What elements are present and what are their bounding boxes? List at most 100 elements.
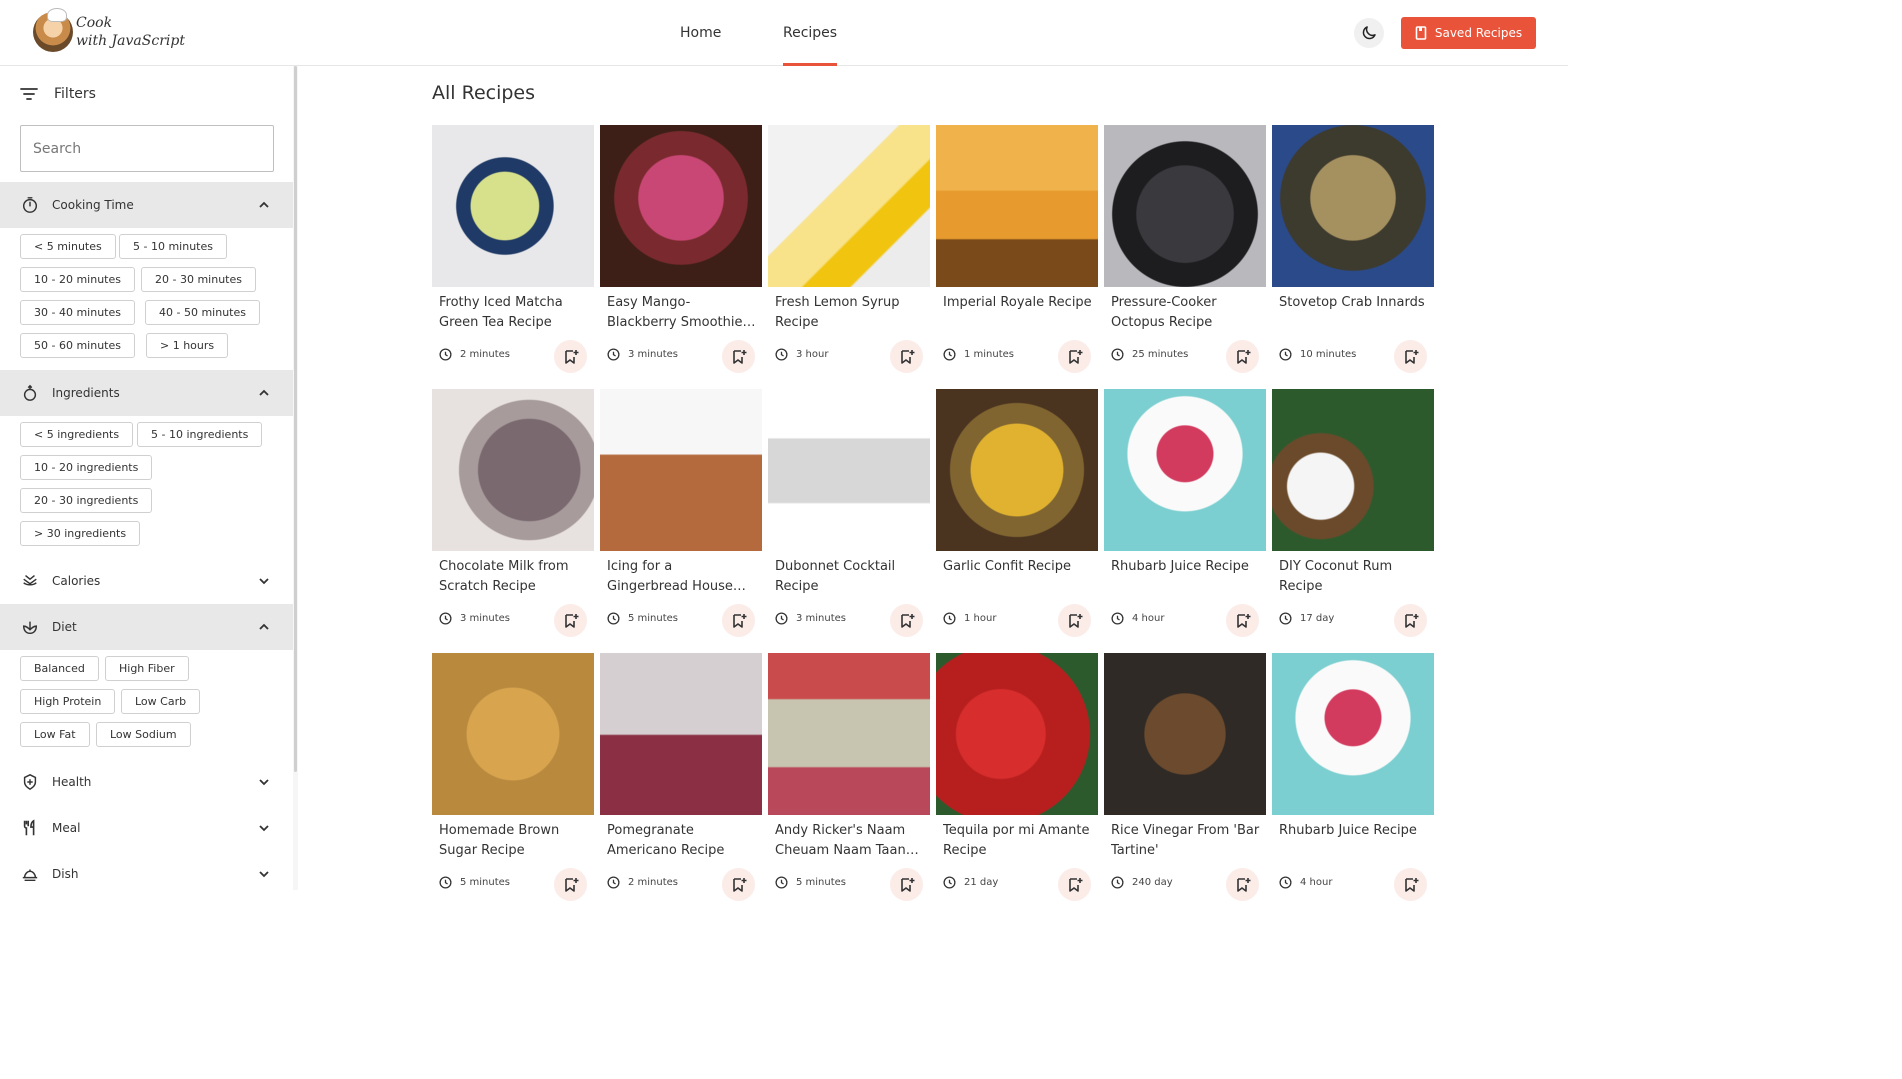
logo[interactable]: Cook with JavaScript [33,8,185,52]
recipe-card[interactable]: Chocolate Milk from Scratch Recipe 3 minu… [432,389,594,639]
chip-cooking-time[interactable]: < 5 minutes [20,234,116,259]
recipe-image[interactable] [936,653,1098,815]
recipe-image[interactable] [600,125,762,287]
save-recipe-button[interactable] [1226,340,1259,373]
recipe-card[interactable]: DIY Coconut Rum Recipe 17 day [1272,389,1434,639]
save-recipe-button[interactable] [554,868,587,901]
recipe-title[interactable]: Easy Mango-Blackberry Smoothie… [607,293,757,333]
recipe-image[interactable] [432,653,594,815]
save-recipe-button[interactable] [554,340,587,373]
recipe-title[interactable]: Icing for a Gingerbread House Recipe [607,557,757,597]
chip-cooking-time[interactable]: 40 - 50 minutes [145,300,260,325]
recipe-image[interactable] [1104,389,1266,551]
recipe-image[interactable] [432,125,594,287]
recipe-title[interactable]: Rhubarb Juice Recipe [1279,821,1429,841]
recipe-title[interactable]: Imperial Royale Recipe [943,293,1093,313]
recipe-title[interactable]: Pressure-Cooker Octopus Recipe [1111,293,1261,333]
recipe-image[interactable] [768,389,930,551]
save-recipe-button[interactable] [890,868,923,901]
recipe-card[interactable]: Andy Ricker's Naam Cheuam Naam Taan… 5 mi… [768,653,930,903]
search-input[interactable] [20,125,274,172]
chip-cooking-time[interactable]: 20 - 30 minutes [141,267,256,292]
recipe-title[interactable]: Pomegranate Americano Recipe [607,821,757,861]
recipe-image[interactable] [768,125,930,287]
save-recipe-button[interactable] [722,604,755,637]
chip-ingredients[interactable]: 10 - 20 ingredients [20,455,153,480]
recipe-title[interactable]: Frothy Iced Matcha Green Tea Recipe [439,293,589,333]
recipe-image[interactable] [1104,653,1266,815]
recipe-card[interactable]: Easy Mango-Blackberry Smoothie… 3 minutes [600,125,762,375]
chip-cooking-time[interactable]: 30 - 40 minutes [20,300,135,325]
recipe-image[interactable] [1272,389,1434,551]
recipe-card[interactable]: Pomegranate Americano Recipe 2 minutes [600,653,762,903]
recipe-card[interactable]: Homemade Brown Sugar Recipe 5 minutes [432,653,594,903]
chip-diet[interactable]: Low Sodium [96,722,191,747]
save-recipe-button[interactable] [1226,868,1259,901]
theme-toggle-button[interactable] [1354,18,1384,48]
recipe-card[interactable]: Rhubarb Juice Recipe 4 hour [1104,389,1266,639]
chip-cooking-time[interactable]: 10 - 20 minutes [20,267,135,292]
recipe-image[interactable] [1272,125,1434,287]
recipe-image[interactable] [432,389,594,551]
chip-ingredients[interactable]: 20 - 30 ingredients [20,488,153,513]
recipe-title[interactable]: Rhubarb Juice Recipe [1111,557,1261,577]
section-ingredients[interactable]: Ingredients [0,370,293,416]
recipe-card[interactable]: Rice Vinegar From 'Bar Tartine' 240 day [1104,653,1266,903]
save-recipe-button[interactable] [554,604,587,637]
recipe-image[interactable] [1272,653,1434,815]
save-recipe-button[interactable] [1058,604,1091,637]
chip-ingredients[interactable]: 5 - 10 ingredients [137,422,263,447]
recipe-title[interactable]: DIY Coconut Rum Recipe [1279,557,1429,597]
recipe-card[interactable]: Frothy Iced Matcha Green Tea Recipe 2 min… [432,125,594,375]
chip-ingredients[interactable]: < 5 ingredients [20,422,134,447]
recipe-image[interactable] [1104,125,1266,287]
chip-diet[interactable]: High Protein [20,689,116,714]
save-recipe-button[interactable] [1226,604,1259,637]
recipe-title[interactable]: Stovetop Crab Innards [1279,293,1429,313]
chip-diet[interactable]: Balanced [20,656,99,681]
save-recipe-button[interactable] [722,868,755,901]
save-recipe-button[interactable] [1058,868,1091,901]
save-recipe-button[interactable] [890,604,923,637]
save-recipe-button[interactable] [1058,340,1091,373]
chip-cooking-time[interactable]: 50 - 60 minutes [20,333,135,358]
section-health[interactable]: Health [0,759,293,805]
section-dish[interactable]: Dish [0,851,293,890]
nav-recipes-link[interactable]: Recipes [783,0,838,66]
save-recipe-button[interactable] [722,340,755,373]
recipe-image[interactable] [768,653,930,815]
nav-home-link[interactable]: Home [680,0,721,66]
section-diet[interactable]: Diet [0,604,293,650]
recipe-title[interactable]: Dubonnet Cocktail Recipe [775,557,925,597]
sidebar-scrollbar-thumb[interactable] [294,66,297,772]
recipe-title[interactable]: Tequila por mi Amante Recipe [943,821,1093,861]
chip-diet[interactable]: Low Carb [121,689,201,714]
recipe-card[interactable]: Imperial Royale Recipe 1 minutes [936,125,1098,375]
recipe-image[interactable] [936,389,1098,551]
recipe-card[interactable]: Dubonnet Cocktail Recipe 3 minutes [768,389,930,639]
chip-cooking-time[interactable]: 5 - 10 minutes [119,234,227,259]
save-recipe-button[interactable] [1394,340,1427,373]
section-meal[interactable]: Meal [0,805,293,851]
recipe-title[interactable]: Homemade Brown Sugar Recipe [439,821,589,861]
chip-diet[interactable]: High Fiber [105,656,189,681]
recipe-title[interactable]: Garlic Confit Recipe [943,557,1093,577]
recipe-card[interactable]: Fresh Lemon Syrup Recipe 3 hour [768,125,930,375]
recipe-image[interactable] [600,653,762,815]
recipe-title[interactable]: Andy Ricker's Naam Cheuam Naam Taan… [775,821,925,861]
recipe-card[interactable]: Tequila por mi Amante Recipe 21 day [936,653,1098,903]
recipe-card[interactable]: Rhubarb Juice Recipe 4 hour [1272,653,1434,903]
chip-cooking-time[interactable]: > 1 hours [146,333,229,358]
chip-diet[interactable]: Low Fat [20,722,90,747]
section-cooking-time[interactable]: Cooking Time [0,182,293,228]
chip-ingredients[interactable]: > 30 ingredients [20,521,141,546]
recipe-card[interactable]: Icing for a Gingerbread House Recipe 5 mi… [600,389,762,639]
save-recipe-button[interactable] [1394,604,1427,637]
saved-recipes-button[interactable]: Saved Recipes [1401,17,1536,49]
recipe-card[interactable]: Garlic Confit Recipe 1 hour [936,389,1098,639]
recipe-title[interactable]: Rice Vinegar From 'Bar Tartine' [1111,821,1261,861]
recipe-image[interactable] [936,125,1098,287]
recipe-image[interactable] [600,389,762,551]
recipe-title[interactable]: Chocolate Milk from Scratch Recipe [439,557,589,597]
save-recipe-button[interactable] [1394,868,1427,901]
